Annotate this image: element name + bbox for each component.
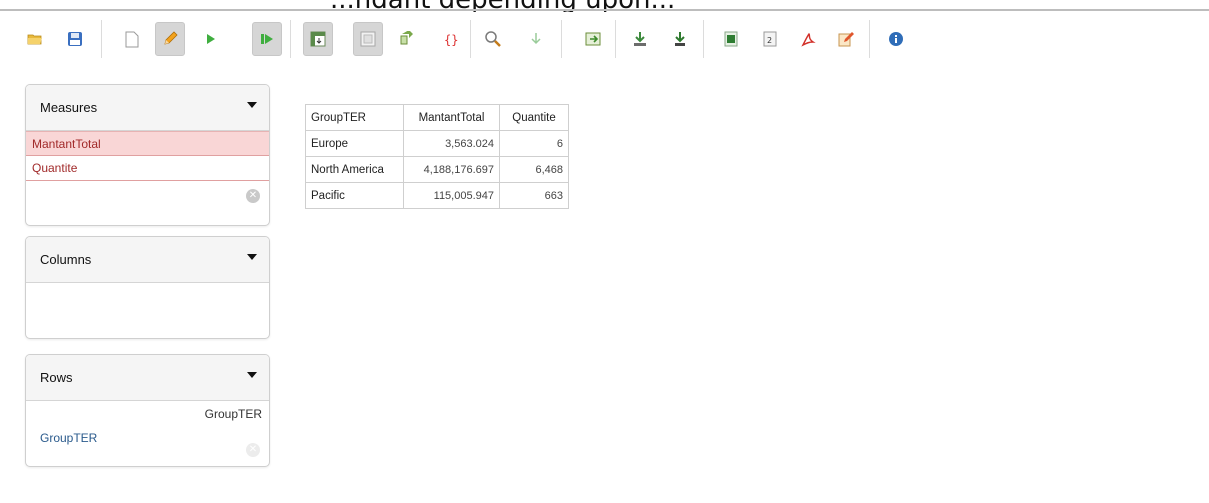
measures-dropzone[interactable]: ✕ bbox=[26, 181, 269, 214]
column-header[interactable]: Quantite bbox=[499, 104, 569, 131]
columns-title: Columns bbox=[40, 252, 92, 267]
drill-down-icon[interactable] bbox=[521, 22, 551, 56]
chevron-down-icon[interactable] bbox=[247, 254, 257, 260]
cell-value: 663 bbox=[499, 182, 569, 209]
zoom-icon[interactable] bbox=[478, 22, 508, 56]
svg-text:2: 2 bbox=[767, 36, 772, 45]
edit-document-icon[interactable] bbox=[831, 22, 861, 56]
toolbar-separator bbox=[290, 20, 291, 58]
toolbar-separator bbox=[101, 20, 102, 58]
measure-item-mantanttotal[interactable]: MantantTotal bbox=[26, 131, 269, 156]
svg-text:{}: {} bbox=[444, 33, 458, 47]
export-table-icon[interactable] bbox=[578, 22, 608, 56]
row-label[interactable]: Europe bbox=[305, 130, 404, 157]
chevron-down-icon[interactable] bbox=[247, 102, 257, 108]
rows-item-groupter[interactable]: GroupTER bbox=[40, 431, 97, 445]
new-document-icon[interactable] bbox=[117, 22, 147, 56]
pivot-table-icon[interactable] bbox=[303, 22, 333, 56]
run-step-icon[interactable] bbox=[252, 22, 282, 56]
cell-value: 3,563.024 bbox=[403, 130, 500, 157]
toolbar-separator bbox=[615, 20, 616, 58]
measures-header: Measures bbox=[26, 85, 269, 131]
columns-dropzone[interactable] bbox=[26, 283, 269, 338]
cell-value: 6 bbox=[499, 130, 569, 157]
columns-panel: Columns bbox=[25, 236, 270, 339]
run-play-icon[interactable] bbox=[196, 22, 226, 56]
table-row: North America 4,188,176.697 6,468 bbox=[305, 156, 569, 183]
save-icon[interactable] bbox=[60, 22, 90, 56]
open-folder-icon[interactable] bbox=[20, 22, 50, 56]
download-icon[interactable] bbox=[625, 22, 655, 56]
toolbar-separator bbox=[470, 20, 471, 58]
column-header[interactable]: MantantTotal bbox=[403, 104, 500, 131]
toolbar-separator bbox=[703, 20, 704, 58]
info-icon[interactable] bbox=[881, 22, 911, 56]
chevron-down-icon[interactable] bbox=[247, 372, 257, 378]
excel-icon[interactable] bbox=[716, 22, 746, 56]
rows-header: Rows bbox=[26, 355, 269, 401]
table-row: Europe 3,563.024 6 bbox=[305, 130, 569, 157]
pdf-icon[interactable] bbox=[793, 22, 823, 56]
column-header[interactable]: GroupTER bbox=[305, 104, 404, 131]
swap-axes-icon[interactable] bbox=[392, 22, 422, 56]
measures-panel: Measures MantantTotal Quantite ✕ bbox=[25, 84, 270, 226]
cell-value: 4,188,176.697 bbox=[403, 156, 500, 183]
cell-value: 6,468 bbox=[499, 156, 569, 183]
columns-header: Columns bbox=[26, 237, 269, 283]
csv-icon[interactable]: 2 bbox=[755, 22, 785, 56]
json-braces-icon[interactable]: {} bbox=[435, 22, 465, 56]
table-row: Pacific 115,005.947 663 bbox=[305, 182, 569, 209]
clear-icon[interactable]: ✕ bbox=[246, 443, 260, 457]
grid-icon[interactable] bbox=[353, 22, 383, 56]
divider bbox=[0, 9, 1209, 11]
row-label[interactable]: Pacific bbox=[305, 182, 404, 209]
clear-icon[interactable]: ✕ bbox=[246, 189, 260, 203]
rows-panel: Rows GroupTER GroupTER ✕ bbox=[25, 354, 270, 467]
edit-pencil-icon[interactable] bbox=[155, 22, 185, 56]
rows-header-label: GroupTER bbox=[204, 407, 262, 421]
pivot-table: GroupTER MantantTotal Quantite Europe 3,… bbox=[305, 104, 569, 209]
download-alt-icon[interactable] bbox=[665, 22, 695, 56]
table-header-row: GroupTER MantantTotal Quantite bbox=[305, 104, 569, 131]
rows-title: Rows bbox=[40, 370, 73, 385]
row-label[interactable]: North America bbox=[305, 156, 404, 183]
measures-title: Measures bbox=[40, 100, 98, 115]
rows-dropzone[interactable]: GroupTER GroupTER ✕ bbox=[26, 401, 269, 464]
toolbar-separator bbox=[869, 20, 870, 58]
measure-item-quantite[interactable]: Quantite bbox=[26, 156, 269, 181]
toolbar-separator bbox=[561, 20, 562, 58]
cell-value: 115,005.947 bbox=[403, 182, 500, 209]
toolbar: {} 2 bbox=[14, 20, 1194, 58]
